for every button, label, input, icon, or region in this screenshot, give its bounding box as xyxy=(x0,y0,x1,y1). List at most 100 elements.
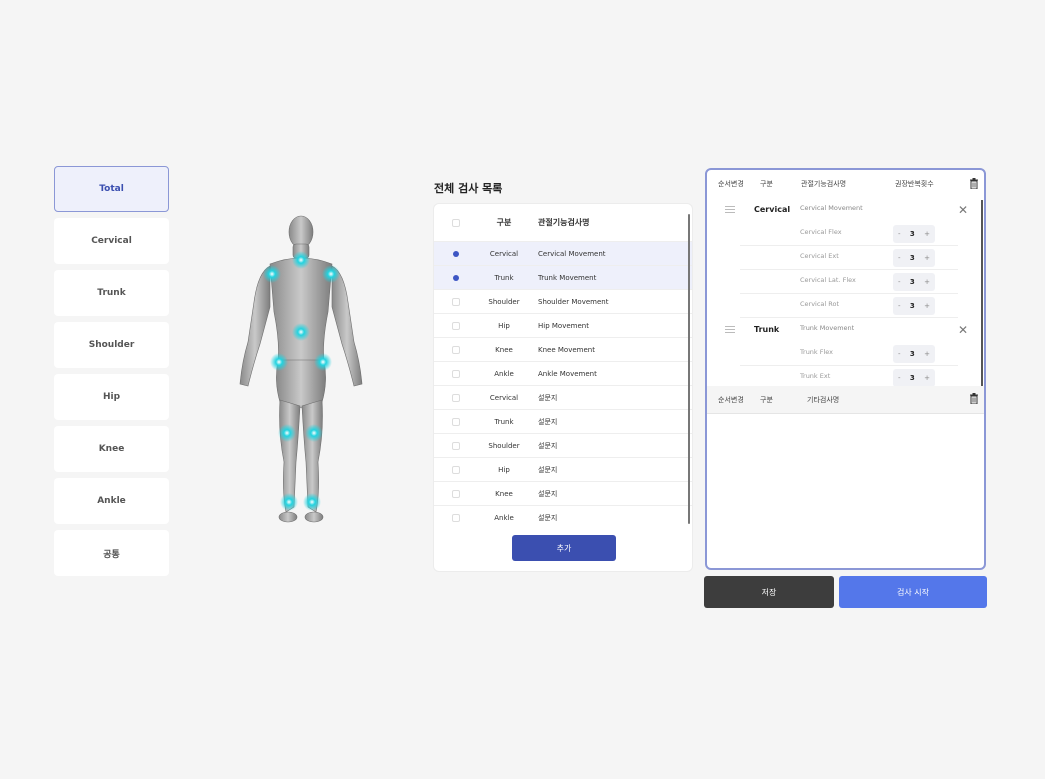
sidebar-item-knee[interactable]: Knee xyxy=(54,426,169,472)
row-name: Shoulder Movement xyxy=(538,297,609,306)
start-test-button[interactable]: 검사 시작 xyxy=(839,576,987,608)
selected-sub-row: Cervical Lat. Flex -3 + xyxy=(707,270,984,294)
group-name: Trunk Movement xyxy=(800,324,855,332)
decrement-button[interactable]: - xyxy=(898,350,901,358)
reps-value: 3 xyxy=(909,278,915,286)
sub-test-name: Cervical Ext xyxy=(800,252,839,260)
row-part: Cervical xyxy=(489,393,519,402)
drag-handle-icon[interactable] xyxy=(725,326,735,335)
row-checkbox[interactable] xyxy=(452,465,460,474)
increment-button[interactable]: + xyxy=(924,254,930,262)
row-part: Hip xyxy=(498,321,510,330)
test-list-row[interactable]: Ankle 설문지 xyxy=(434,506,692,522)
decrement-button[interactable]: - xyxy=(898,374,901,382)
row-part: Knee xyxy=(495,345,513,354)
column-header-reps: 권장반복횟수 xyxy=(895,180,934,188)
column-header-part: 구분 xyxy=(760,396,773,404)
test-list-row[interactable]: Shoulder 설문지 xyxy=(434,434,692,458)
reps-value: 3 xyxy=(909,302,915,310)
body-part-sidebar: Total Cervical Trunk Shoulder Hip Knee A… xyxy=(54,166,169,582)
sidebar-item-common[interactable]: 공통 xyxy=(54,530,169,576)
increment-button[interactable]: + xyxy=(924,230,930,238)
test-list-row[interactable]: Knee 설문지 xyxy=(434,482,692,506)
drag-handle-icon[interactable] xyxy=(725,206,735,215)
selected-tests-list: Cervical Cervical Movement ✕ Cervical Flex -… xyxy=(707,198,984,386)
sub-test-name: Cervical Rot xyxy=(800,300,840,308)
body-anatomy-figure xyxy=(230,212,372,527)
sidebar-item-shoulder[interactable]: Shoulder xyxy=(54,322,169,368)
row-checkbox[interactable] xyxy=(452,513,460,522)
test-list-row[interactable]: Trunk Trunk Movement xyxy=(434,266,692,290)
test-list-row[interactable]: Hip 설문지 xyxy=(434,458,692,482)
sidebar-item-cervical[interactable]: Cervical xyxy=(54,218,169,264)
close-icon[interactable]: ✕ xyxy=(958,323,968,337)
column-header-order: 순서변경 xyxy=(718,396,744,404)
decrement-button[interactable]: - xyxy=(898,302,901,310)
sub-test-name: Cervical Flex xyxy=(800,228,842,236)
test-list-row[interactable]: Trunk 설문지 xyxy=(434,410,692,434)
row-name: Ankle Movement xyxy=(538,369,597,378)
sidebar-item-label: 공통 xyxy=(103,549,120,560)
sidebar-item-hip[interactable]: Hip xyxy=(54,374,169,420)
save-button[interactable]: 저장 xyxy=(704,576,834,608)
test-list-scrollbar[interactable] xyxy=(688,214,690,524)
row-part: Hip xyxy=(498,465,510,474)
selected-tests-header: 순서변경 구분 관절기능검사명 권장반복횟수 xyxy=(707,170,984,198)
add-button[interactable]: 추가 xyxy=(512,535,616,561)
test-list-rows: Cervical Cervical Movement Trunk Trunk Move… xyxy=(434,242,692,522)
increment-button[interactable]: + xyxy=(924,278,930,286)
row-checkbox[interactable] xyxy=(453,250,459,257)
sidebar-item-ankle[interactable]: Ankle xyxy=(54,478,169,524)
sidebar-item-total[interactable]: Total xyxy=(54,166,169,212)
trash-icon[interactable] xyxy=(969,393,979,404)
sidebar-item-label: Total xyxy=(99,184,124,194)
test-list-row[interactable]: Knee Knee Movement xyxy=(434,338,692,362)
row-checkbox[interactable] xyxy=(452,297,460,306)
sidebar-item-label: Knee xyxy=(98,444,125,454)
row-name: Trunk Movement xyxy=(538,273,597,282)
selected-tests-panel: 순서변경 구분 관절기능검사명 권장반복횟수 Cervical Cervical … xyxy=(705,168,986,570)
row-checkbox[interactable] xyxy=(452,417,460,426)
select-all-checkbox[interactable] xyxy=(452,218,460,227)
row-checkbox[interactable] xyxy=(452,369,460,378)
test-list-row[interactable]: Hip Hip Movement xyxy=(434,314,692,338)
group-part: Trunk xyxy=(754,325,780,334)
row-part: Ankle xyxy=(494,513,514,522)
sidebar-item-trunk[interactable]: Trunk xyxy=(54,270,169,316)
row-checkbox[interactable] xyxy=(453,274,459,281)
decrement-button[interactable]: - xyxy=(898,254,901,262)
column-header-name: 관절기능검사명 xyxy=(538,218,590,227)
reps-stepper: -3 + xyxy=(893,369,935,386)
close-icon[interactable]: ✕ xyxy=(958,203,968,217)
test-list-row[interactable]: Shoulder Shoulder Movement xyxy=(434,290,692,314)
row-checkbox[interactable] xyxy=(452,489,460,498)
column-header-part: 구분 xyxy=(496,218,512,227)
row-part: Shoulder xyxy=(488,441,520,450)
sidebar-item-label: Hip xyxy=(102,392,121,402)
increment-button[interactable]: + xyxy=(924,374,930,382)
row-name: 설문지 xyxy=(538,441,558,450)
row-part: Knee xyxy=(495,489,513,498)
trash-icon[interactable] xyxy=(969,178,979,189)
test-list-row[interactable]: Cervical 설문지 xyxy=(434,386,692,410)
row-checkbox[interactable] xyxy=(452,321,460,330)
decrement-button[interactable]: - xyxy=(898,230,901,238)
decrement-button[interactable]: - xyxy=(898,278,901,286)
test-list-title: 전체 검사 목록 xyxy=(434,182,503,195)
selected-tests-scrollbar[interactable] xyxy=(981,200,983,386)
reps-value: 3 xyxy=(909,374,915,382)
sidebar-item-label: Ankle xyxy=(97,496,126,506)
row-part: Cervical xyxy=(489,249,519,258)
row-checkbox[interactable] xyxy=(452,345,460,354)
group-name: Cervical Movement xyxy=(800,204,863,212)
row-part: Ankle xyxy=(494,369,514,378)
increment-button[interactable]: + xyxy=(924,350,930,358)
row-part: Shoulder xyxy=(488,297,520,306)
selected-sub-row: Cervical Flex -3 + xyxy=(707,222,984,246)
row-checkbox[interactable] xyxy=(452,441,460,450)
row-name: Hip Movement xyxy=(538,321,589,330)
test-list-row[interactable]: Cervical Cervical Movement xyxy=(434,242,692,266)
increment-button[interactable]: + xyxy=(924,302,930,310)
row-checkbox[interactable] xyxy=(452,393,460,402)
test-list-row[interactable]: Ankle Ankle Movement xyxy=(434,362,692,386)
